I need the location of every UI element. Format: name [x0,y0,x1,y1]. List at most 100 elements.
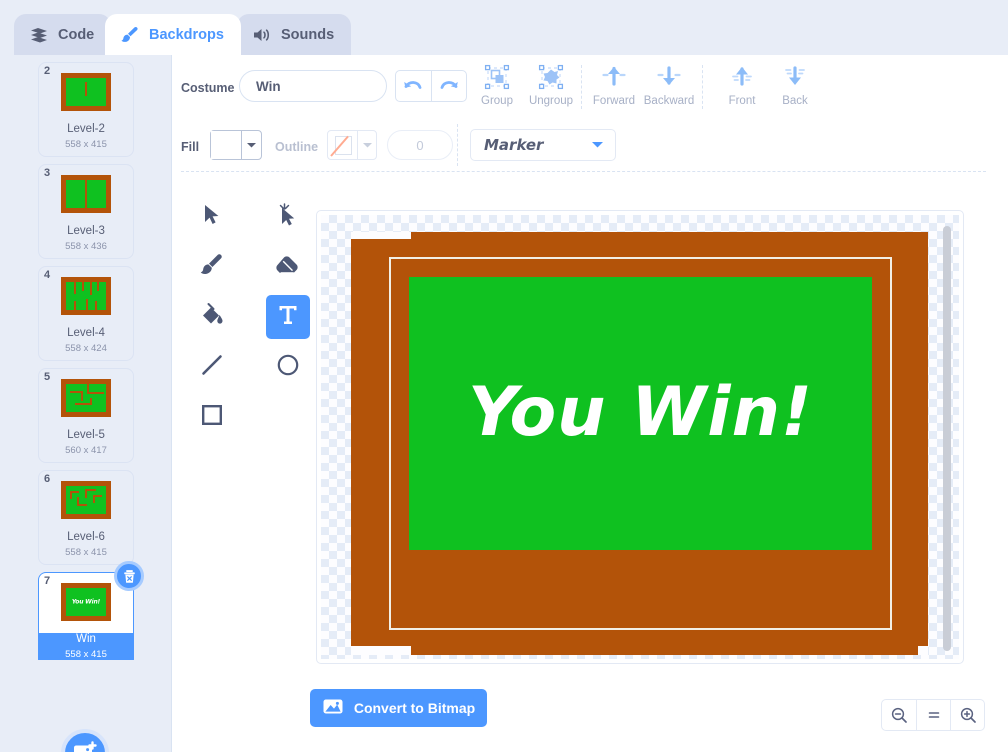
front-button[interactable]: Front [712,63,772,109]
thumb-artwork: You Win! [61,583,111,621]
tab-backdrops-label: Backdrops [149,26,224,43]
thumb-size: 558 x 424 [65,343,107,354]
styles-row-divider [181,171,986,172]
stroke-width-input[interactable]: 0 [387,130,453,160]
thumb-artwork [61,73,111,111]
redo-icon[interactable] [430,71,466,101]
tab-sounds[interactable]: Sounds [237,14,352,55]
select-tool[interactable] [190,195,234,239]
thumb-name: Level-3 [67,225,105,237]
thumb-name: Level-5 [67,429,105,441]
thumb-artwork [61,379,111,417]
no-color-icon [328,131,358,159]
line-tool[interactable] [190,345,234,389]
front-label: Front [728,95,756,107]
text-tool[interactable] [266,295,310,339]
reshape-tool[interactable] [266,195,310,239]
thumb-top: 5 [39,369,133,429]
square-icon [200,403,224,432]
fill-label: Fill [181,140,200,154]
eraser-tool[interactable] [266,245,310,289]
thumb-name: Win [76,633,96,645]
speaker-icon [252,26,272,44]
thumb-number: 7 [44,575,51,587]
circle-tool[interactable] [266,345,310,389]
paintbrush-icon [120,26,140,44]
image-icon [322,697,344,719]
thumb-number: 3 [44,167,51,179]
zoom-reset-icon[interactable] [916,700,950,730]
thumb-artwork [61,175,111,213]
zoom-in-icon[interactable] [950,700,984,730]
thumb-artwork [61,277,111,315]
paint-bucket-icon [199,302,225,333]
font-dropdown[interactable]: Marker [470,129,616,161]
canvas-transparency-grid: You Win! [321,215,959,659]
thumb-top: 2 [39,63,133,123]
paint-toolbar-styles: Fill Outline 0 Marker [172,118,1008,174]
add-backdrop-icon[interactable] [61,729,109,752]
list-item[interactable]: 3 Level-3 558 x 436 [38,164,134,259]
thumb-size: 560 x 417 [65,445,107,456]
artwork-frame: You Win! [351,232,928,655]
backdrop-list[interactable]: 2 Level-2 558 x 415 3 Level-3 558 x 436 … [0,55,172,660]
reshape-icon [276,202,300,232]
thumb-artwork [61,481,111,519]
forward-icon [584,63,644,91]
styles-divider [457,124,458,166]
tab-backdrops[interactable]: Backdrops [105,14,241,55]
back-icon [765,63,825,91]
list-item[interactable]: 6 Level-6 558 x 415 [38,470,134,565]
convert-to-bitmap-label: Convert to Bitmap [353,700,476,716]
zoom-out-icon[interactable] [882,700,916,730]
fill-color-picker[interactable] [210,130,262,160]
undo-icon[interactable] [396,71,431,101]
list-item[interactable]: 4 Level-4 558 x 424 [38,266,134,361]
back-button[interactable]: Back [765,63,825,109]
tab-sounds-label: Sounds [281,26,335,43]
convert-to-bitmap-button[interactable]: Convert to Bitmap [310,689,487,727]
undo-redo-group [395,70,467,102]
chevron-down-icon [242,131,261,159]
frame-notch-bottom-left [351,646,411,655]
thumb-size: 558 x 415 [65,649,107,660]
forward-button[interactable]: Forward [584,63,644,109]
paintbrush-icon [199,252,225,283]
thumb-name: Level-4 [67,327,105,339]
line-icon [199,352,225,383]
frame-notch-bottom-right [918,646,928,655]
list-item[interactable]: 5 Level-5 560 x 417 [38,368,134,463]
backward-label: Backward [643,95,695,107]
list-item-selected[interactable]: 7 You Win! Win 558 x 415 [38,561,144,660]
delete-icon[interactable] [114,561,144,591]
thumb-size: 558 x 415 [65,547,107,558]
thumb-size: 558 x 415 [65,139,107,150]
group-button[interactable]: Group [467,63,527,109]
ungroup-button[interactable]: Ungroup [521,63,581,109]
backward-button[interactable]: Backward [639,63,699,109]
brush-tool[interactable] [190,245,234,289]
paint-editor: Costume Win Group Ungroup Forward Backwa… [172,55,1008,752]
costume-label: Costume [181,81,235,95]
outline-color-picker[interactable] [327,130,377,160]
list-item[interactable]: 2 Level-2 558 x 415 [38,62,134,157]
ungroup-icon [521,63,581,91]
chevron-down-icon [358,131,376,159]
paint-canvas[interactable]: You Win! [316,210,964,664]
fill-tool[interactable] [190,295,234,339]
canvas-vertical-scrollbar[interactable] [943,226,951,651]
artwork-text: You Win! [467,372,813,452]
ungroup-label: Ungroup [528,95,574,107]
toolbar-divider-2 [702,65,703,109]
zoom-controls [881,699,985,731]
rectangle-tool[interactable] [190,395,234,439]
thumb-top: 6 [39,471,133,531]
costume-name-input[interactable] [239,70,387,102]
font-value: Marker [484,136,544,154]
frame-notch-top-left [351,232,411,239]
thumb-top: 3 [39,165,133,225]
tab-code-label: Code [58,26,95,43]
circle-icon [276,353,300,382]
thumb-top: 4 [39,267,133,327]
tab-code[interactable]: Code [14,14,112,55]
